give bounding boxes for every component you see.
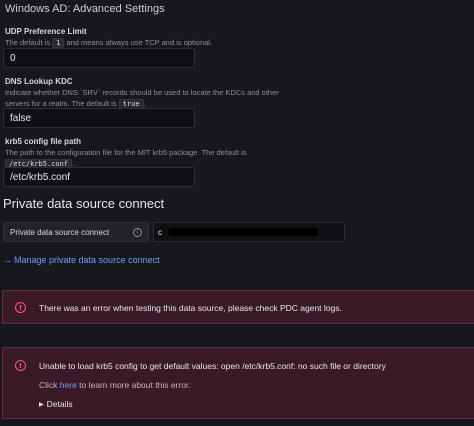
krb5-label: krb5 config file path [5, 137, 82, 146]
details-toggle[interactable]: ▶ Details [39, 399, 73, 409]
details-label: Details [46, 399, 73, 409]
pdc-select[interactable]: c [153, 222, 345, 242]
help-after: to learn more about this error. [76, 380, 191, 390]
help-before: Click [39, 380, 60, 390]
info-icon[interactable]: i [133, 227, 142, 237]
dns-input[interactable]: false [3, 108, 195, 128]
udp-desc-before: The default is [5, 38, 53, 47]
krb5-input[interactable]: /etc/krb5.conf [3, 167, 195, 187]
udp-label: UDP Preference Limit [5, 27, 87, 36]
arrow-right-icon: → [3, 255, 12, 265]
help-here-link[interactable]: here [60, 380, 77, 390]
dns-desc-line1: Indicate whether DNS `SRV` records shoul… [5, 88, 279, 97]
manage-pdc-link-text: Manage private data source connect [14, 255, 160, 265]
krb5-input-value: /etc/krb5.conf [10, 171, 71, 183]
dns-desc-after: . [143, 99, 146, 108]
error-alert-message: There was an error when testing this dat… [39, 303, 342, 313]
pdc-label-text: Private data source connect [10, 227, 110, 237]
error-alert-pdc: ! There was an error when testing this d… [2, 290, 474, 324]
triangle-right-icon: ▶ [39, 401, 44, 408]
pdc-select-prefix: c [158, 227, 162, 237]
section-title: Windows AD: Advanced Settings [5, 3, 165, 15]
udp-input[interactable]: 0 [3, 48, 195, 68]
udp-desc-after: and means always use TCP and is optional… [64, 38, 213, 47]
dns-input-value: false [10, 112, 32, 124]
error-circle-icon: ! [15, 360, 26, 371]
dns-desc-line2: servers for a realm. The default is [5, 99, 119, 108]
error-alert-help: Click here to learn more about this erro… [39, 380, 191, 390]
udp-input-value: 0 [10, 52, 16, 64]
dns-description: Indicate whether DNS `SRV` records shoul… [5, 87, 295, 110]
dns-label: DNS Lookup KDC [5, 77, 73, 86]
pdc-title: Private data source connect [3, 196, 165, 211]
udp-desc-code: 1 [52, 38, 65, 48]
redacted-value [168, 228, 318, 236]
pdc-row: Private data source connect i c [3, 222, 345, 242]
error-alert-message: Unable to load krb5 config to get defaul… [39, 361, 386, 371]
pdc-label: Private data source connect i [3, 222, 149, 242]
error-circle-icon: ! [15, 302, 26, 313]
krb5-desc-line1: The path to the configuration file for t… [5, 148, 247, 157]
error-alert-krb5: ! Unable to load krb5 config to get defa… [2, 347, 474, 419]
manage-pdc-link[interactable]: → Manage private data source connect [3, 255, 160, 265]
